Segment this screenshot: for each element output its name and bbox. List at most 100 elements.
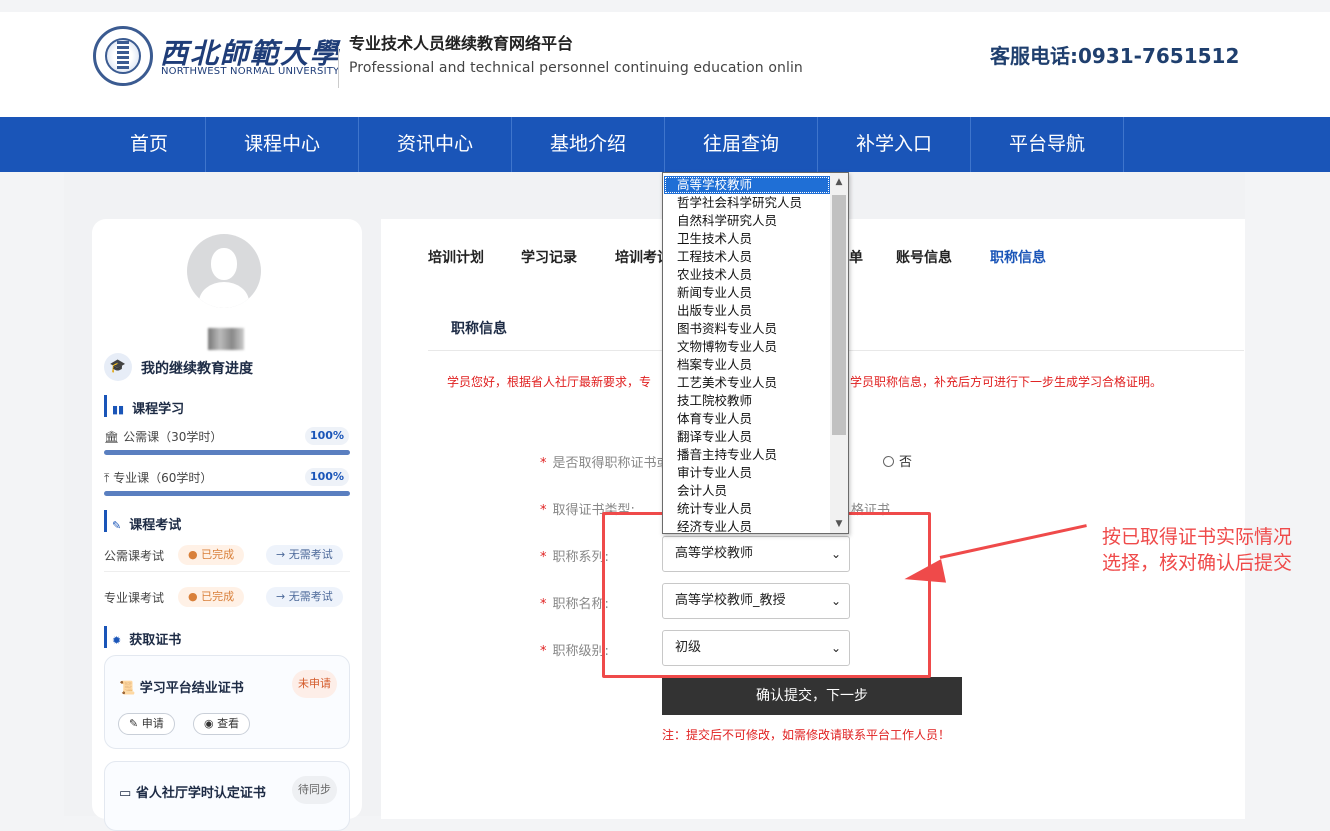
dropdown-option[interactable]: 工艺美术专业人员 (664, 374, 830, 392)
dropdown-option[interactable]: 自然科学研究人员 (664, 212, 830, 230)
hour-cert-text: 省人社厅学时认定证书 (135, 786, 266, 801)
apply-label: 申请 (141, 717, 164, 730)
platform-subtitle: Professional and technical personnel con… (349, 60, 803, 76)
dropdown-option[interactable]: 档案专业人员 (664, 356, 830, 374)
book-icon: ▮▮ (112, 403, 125, 416)
dropdown-option[interactable]: 农业技术人员 (664, 266, 830, 284)
major-course-label: ⤒ 专业课（60学时） (104, 469, 212, 486)
has-cert-label: * 是否取得职称证书或 (540, 456, 670, 471)
subtab-title-info[interactable]: 职称信息 (451, 318, 507, 338)
dropdown-option[interactable]: 审计专业人员 (664, 464, 830, 482)
major-exam-action[interactable]: → 无需考试 (266, 587, 343, 607)
highlight-box (602, 512, 931, 678)
upload-icon: ⤒ (104, 471, 110, 485)
notice-text-left: 学员您好，根据省人社厅最新要求，专 (447, 375, 652, 389)
hour-cert-title: ▭ 省人社厅学时认定证书 (119, 782, 266, 801)
public-exam-status: ● 已完成 (178, 545, 245, 565)
dropdown-option[interactable]: 高等学校教师 (664, 176, 830, 194)
dropdown-option[interactable]: 统计专业人员 (664, 500, 830, 518)
dropdown-option[interactable]: 卫生技术人员 (664, 230, 830, 248)
completion-cert-text: 学习平台结业证书 (139, 681, 244, 696)
get-cert-label: 获取证书 (129, 633, 182, 648)
view-label: 查看 (217, 717, 240, 730)
scroll-up-icon[interactable]: ▲ (830, 173, 848, 191)
dropdown-option[interactable]: 新闻专业人员 (664, 284, 830, 302)
public-course-progress (104, 450, 350, 455)
course-study-title: ▮▮ 课程学习 (112, 398, 184, 417)
certificate-icon: 📜 (119, 681, 136, 696)
tab-list[interactable]: 单 (849, 247, 863, 267)
submit-warning: 注：提交后不可修改，如需修改请联系平台工作人员！ (662, 728, 951, 742)
submit-button[interactable]: 确认提交，下一步 (662, 677, 962, 715)
dropdown-option[interactable]: 体育专业人员 (664, 410, 830, 428)
nav-base-intro[interactable]: 基地介绍 (512, 117, 665, 172)
scroll-thumb[interactable] (832, 195, 846, 435)
apply-button[interactable]: ✎ 申请 (118, 713, 175, 735)
title-level-label: * 职称级别: (540, 644, 609, 659)
completion-cert-title: 📜 学习平台结业证书 (119, 677, 244, 696)
scroll-down-icon[interactable]: ▼ (830, 515, 848, 533)
badge-icon: ✹ (112, 634, 122, 647)
course-study-label: 课程学习 (132, 402, 185, 417)
apply-edit-icon: ✎ (129, 717, 139, 730)
university-logo-en: NORTHWEST NORMAL UNIVERSITY (161, 66, 340, 77)
service-hotline: 客服电话:0931-7651512 (990, 44, 1240, 68)
dropdown-option[interactable]: 图书资料专业人员 (664, 320, 830, 338)
id-card-icon: ▭ (119, 786, 132, 801)
dropdown-option[interactable]: 经济专业人员 (664, 518, 830, 533)
public-course-percent: 100% (305, 427, 349, 445)
section-marker (104, 510, 107, 532)
dropdown-option[interactable]: 播音主持专业人员 (664, 446, 830, 464)
bank-icon: 🏛 (104, 430, 120, 444)
blurred-username (208, 328, 244, 350)
tab-study-records[interactable]: 学习记录 (521, 247, 577, 267)
has-cert-text: 是否取得职称证书或 (552, 456, 670, 471)
dropdown-option[interactable]: 哲学社会科学研究人员 (664, 194, 830, 212)
major-course-progress (104, 491, 350, 496)
title-name-label: * 职称名称: (540, 597, 609, 612)
edit-icon: ✎ (112, 519, 122, 532)
nav-history-query[interactable]: 往届查询 (665, 117, 818, 172)
dropdown-scrollbar[interactable]: ▲ ▼ (830, 173, 848, 533)
major-exam-status: ● 已完成 (178, 587, 245, 607)
nav-news[interactable]: 资讯中心 (359, 117, 512, 172)
platform-title: 专业技术人员继续教育网络平台 (349, 34, 574, 53)
tab-training-plan[interactable]: 培训计划 (428, 247, 484, 267)
completion-cert-status: 未申请 (292, 670, 337, 698)
title-level-text: 职称级别: (552, 644, 609, 659)
graduation-cap-icon: 🎓 (104, 353, 132, 381)
radio-circle-icon (883, 456, 894, 467)
public-exam-label: 公需课考试 (104, 549, 165, 563)
nav-platform-guide[interactable]: 平台导航 (971, 117, 1124, 172)
dropdown-option[interactable]: 文物博物专业人员 (664, 338, 830, 356)
main-nav: 首页 课程中心 资讯中心 基地介绍 往届查询 补学入口 平台导航 (0, 117, 1330, 172)
university-seal-icon (93, 26, 153, 86)
get-cert-title: ✹ 获取证书 (112, 629, 181, 648)
series-label: * 职称系列: (540, 550, 609, 565)
progress-title: 我的继续教育进度 (141, 361, 253, 377)
public-exam-action[interactable]: → 无需考试 (266, 545, 343, 565)
tab-title-info[interactable]: 职称信息 (990, 247, 1046, 267)
dropdown-option[interactable]: 技工院校教师 (664, 392, 830, 410)
nav-courses[interactable]: 课程中心 (206, 117, 359, 172)
radio-no[interactable]: 否 (883, 451, 912, 470)
avatar (187, 234, 261, 308)
hour-cert-card: ▭ 省人社厅学时认定证书 待同步 (104, 761, 350, 831)
view-button[interactable]: ◉ 查看 (193, 713, 251, 735)
dropdown-option[interactable]: 翻译专业人员 (664, 428, 830, 446)
major-course-text: 专业课（60学时） (113, 471, 213, 485)
nav-home[interactable]: 首页 (93, 117, 206, 172)
series-dropdown-list[interactable]: 高等学校教师 哲学社会科学研究人员 自然科学研究人员 卫生技术人员 工程技术人员… (662, 172, 849, 534)
dropdown-option[interactable]: 出版专业人员 (664, 302, 830, 320)
annotation-text: 按已取得证书实际情况选择，核对确认后提交 (1102, 526, 1293, 574)
major-course-percent: 100% (305, 468, 349, 486)
title-name-text: 职称名称: (552, 597, 609, 612)
nav-makeup-entry[interactable]: 补学入口 (818, 117, 971, 172)
major-exam-label: 专业课考试 (104, 591, 165, 605)
hour-cert-status: 待同步 (292, 776, 337, 804)
notice-text-right: 学员职称信息，补充后方可进行下一步生成学习合格证明。 (850, 375, 1163, 389)
dropdown-option[interactable]: 工程技术人员 (664, 248, 830, 266)
dropdown-option[interactable]: 会计人员 (664, 482, 830, 500)
divider (104, 571, 350, 572)
tab-account-info[interactable]: 账号信息 (896, 247, 952, 267)
